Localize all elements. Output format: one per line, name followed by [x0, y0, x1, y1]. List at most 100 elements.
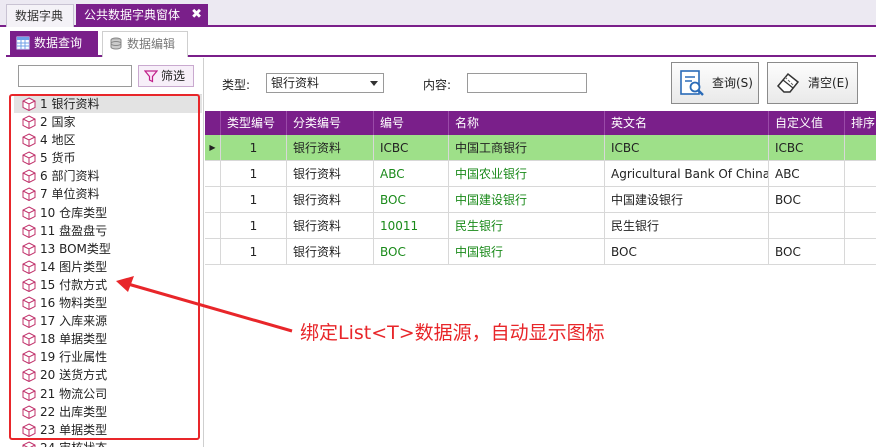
list-item[interactable]: 2 国家 — [14, 113, 202, 131]
cell-sort[interactable] — [845, 213, 876, 239]
row-indicator[interactable] — [205, 187, 221, 213]
table-row[interactable]: 1 银行资料 BOC 中国银行 BOC BOC — [205, 239, 876, 265]
cell-type-id[interactable]: 1 — [221, 135, 287, 161]
cell-name[interactable]: 中国建设银行 — [449, 187, 605, 213]
list-item[interactable]: 22 出库类型 — [14, 403, 202, 421]
list-item-label: 16 物料类型 — [40, 296, 108, 311]
cell-type-id[interactable]: 1 — [221, 187, 287, 213]
list-item[interactable]: 14 图片类型 — [14, 258, 202, 276]
table-row[interactable]: 1 银行资料 ABC 中国农业银行 Agricultural Bank Of China… — [205, 161, 876, 187]
cell-type-id[interactable]: 1 — [221, 213, 287, 239]
cell-custom-value[interactable]: BOC — [769, 187, 845, 213]
cube-icon — [22, 169, 36, 184]
cell-sort[interactable] — [845, 135, 876, 161]
list-item[interactable]: 23 单据类型 — [14, 421, 202, 439]
list-item-label: 2 国家 — [40, 115, 76, 130]
header-custom-value[interactable]: 自定义值 — [769, 111, 845, 135]
list-item-label: 23 单据类型 — [40, 422, 108, 437]
list-item-label: 10 仓库类型 — [40, 205, 108, 220]
list-item[interactable]: 13 BOM类型 — [14, 240, 202, 258]
cube-icon — [22, 133, 36, 148]
cell-english-name[interactable]: 中国建设银行 — [605, 187, 769, 213]
list-item[interactable]: 10 仓库类型 — [14, 204, 202, 222]
cell-type-id[interactable]: 1 — [221, 161, 287, 187]
content-label: 内容: — [423, 78, 452, 92]
cube-icon — [22, 350, 36, 365]
list-item[interactable]: 15 付款方式 — [14, 276, 202, 294]
header-english-name[interactable]: 英文名 — [605, 111, 769, 135]
cell-custom-value[interactable] — [769, 213, 845, 239]
tab-data-dictionary[interactable]: 数据字典 — [6, 4, 74, 27]
list-item[interactable]: 16 物料类型 — [14, 294, 202, 312]
tab-data-query[interactable]: 数据查询 — [10, 31, 98, 57]
cell-name[interactable]: 民生银行 — [449, 213, 605, 239]
list-item[interactable]: 5 货币 — [14, 149, 202, 167]
cell-english-name[interactable]: Agricultural Bank Of China — [605, 161, 769, 187]
cell-category-id[interactable]: 银行资料 — [287, 135, 374, 161]
cell-type-id[interactable]: 1 — [221, 239, 287, 265]
close-icon[interactable]: ✖ — [191, 4, 202, 26]
table-row[interactable]: 1 银行资料 10011 民生银行 民生银行 — [205, 213, 876, 239]
tab-public-dictionary-form[interactable]: 公共数据字典窗体 ✖ — [76, 4, 208, 27]
cell-category-id[interactable]: 银行资料 — [287, 187, 374, 213]
tab-data-edit[interactable]: 数据编辑 — [102, 31, 188, 57]
search-document-icon — [680, 70, 704, 96]
list-item[interactable]: 4 地区 — [14, 131, 202, 149]
row-indicator[interactable] — [205, 161, 221, 187]
filter-input[interactable] — [18, 65, 132, 87]
list-item[interactable]: 24 审核状态 — [14, 439, 202, 447]
eraser-icon — [776, 72, 800, 93]
header-sort[interactable]: 排序 — [845, 111, 876, 135]
cube-icon — [22, 224, 36, 238]
cell-custom-value[interactable]: BOC — [769, 239, 845, 265]
list-item[interactable]: 7 单位资料 — [14, 185, 202, 203]
filter-button[interactable]: 筛选 — [138, 65, 194, 87]
list-item[interactable]: 6 部门资料 — [14, 167, 202, 185]
content-input[interactable] — [467, 73, 587, 93]
list-item[interactable]: 20 送货方式 — [14, 366, 202, 384]
table-row[interactable]: 1 银行资料 BOC 中国建设银行 中国建设银行 BOC — [205, 187, 876, 213]
query-button[interactable]: 查询(S) — [671, 62, 759, 104]
cell-category-id[interactable]: 银行资料 — [287, 213, 374, 239]
grid-icon — [16, 36, 30, 50]
cell-sort[interactable] — [845, 239, 876, 265]
header-code[interactable]: 编号 — [374, 111, 449, 135]
clear-button[interactable]: 清空(E) — [767, 62, 858, 104]
cell-code[interactable]: ABC — [374, 161, 449, 187]
database-icon — [110, 37, 122, 50]
cell-english-name[interactable]: BOC — [605, 239, 769, 265]
list-item-label: 20 送货方式 — [40, 368, 108, 383]
list-item[interactable]: 17 入库来源 — [14, 312, 202, 330]
table-row[interactable]: ▶ 1 银行资料 ICBC 中国工商银行 ICBC ICBC — [205, 135, 876, 161]
cube-icon — [22, 332, 36, 347]
cell-name[interactable]: 中国银行 — [449, 239, 605, 265]
list-item[interactable]: 1 银行资料 — [14, 95, 202, 114]
row-indicator[interactable] — [205, 213, 221, 239]
cell-name[interactable]: 中国农业银行 — [449, 161, 605, 187]
cell-category-id[interactable]: 银行资料 — [287, 161, 374, 187]
annotation-text: 绑定List<T>数据源，自动显示图标 — [300, 322, 605, 344]
cell-custom-value[interactable]: ICBC — [769, 135, 845, 161]
list-item[interactable]: 19 行业属性 — [14, 348, 202, 366]
list-item[interactable]: 21 物流公司 — [14, 385, 202, 403]
list-item-label: 21 物流公司 — [40, 386, 108, 401]
cell-code[interactable]: 10011 — [374, 213, 449, 239]
header-name[interactable]: 名称 — [449, 111, 605, 135]
cell-name[interactable]: 中国工商银行 — [449, 135, 605, 161]
header-type-id[interactable]: 类型编号 — [221, 111, 287, 135]
list-item[interactable]: 18 单据类型 — [14, 330, 202, 348]
cell-code[interactable]: BOC — [374, 239, 449, 265]
cell-sort[interactable] — [845, 187, 876, 213]
cell-english-name[interactable]: ICBC — [605, 135, 769, 161]
cell-code[interactable]: ICBC — [374, 135, 449, 161]
cell-english-name[interactable]: 民生银行 — [605, 213, 769, 239]
type-select[interactable]: 银行资料 — [266, 73, 384, 93]
row-indicator[interactable]: ▶ — [205, 135, 221, 161]
cell-code[interactable]: BOC — [374, 187, 449, 213]
cell-custom-value[interactable]: ABC — [769, 161, 845, 187]
cell-sort[interactable] — [845, 161, 876, 187]
cell-category-id[interactable]: 银行资料 — [287, 239, 374, 265]
list-item[interactable]: 11 盘盈盘亏 — [14, 222, 202, 240]
row-indicator[interactable] — [205, 239, 221, 265]
header-category-id[interactable]: 分类编号 — [287, 111, 374, 135]
